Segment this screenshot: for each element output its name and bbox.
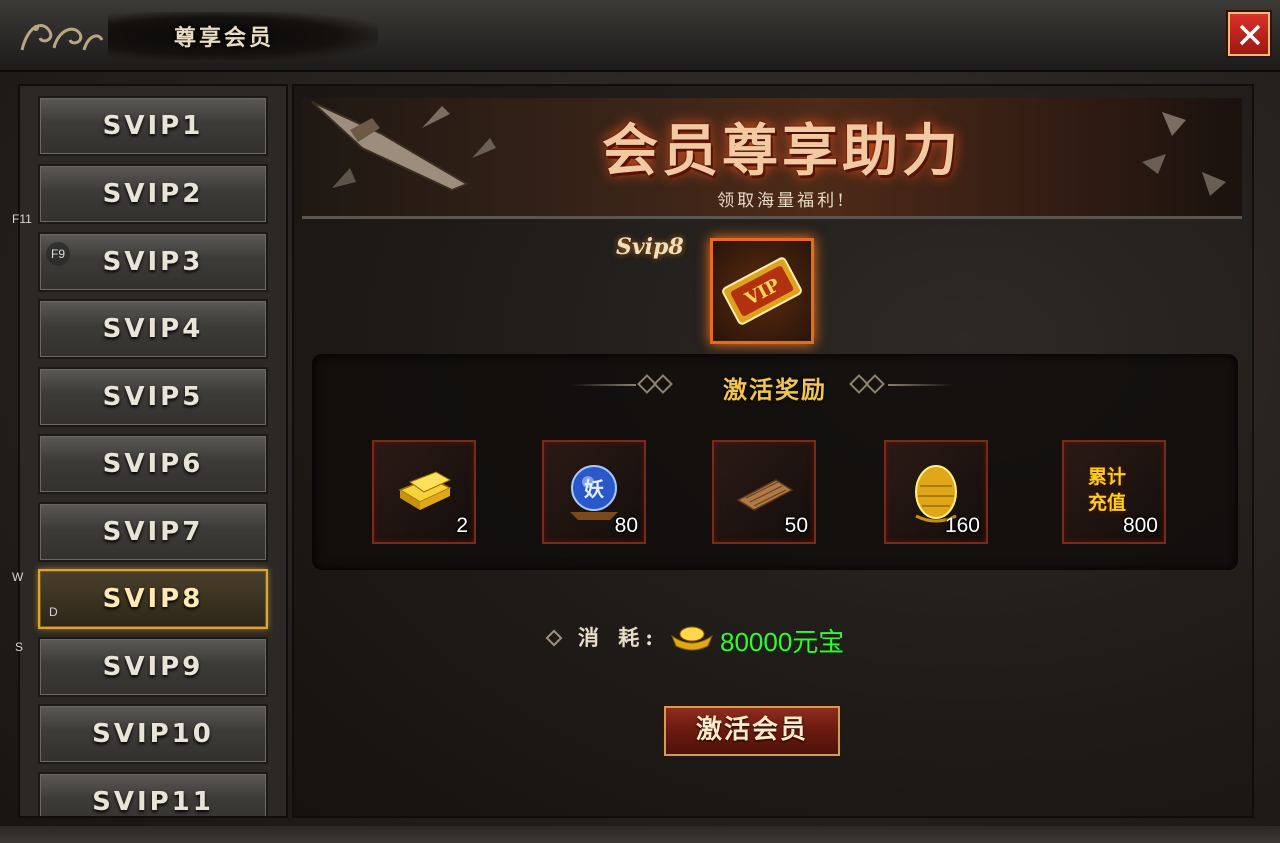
reward-count: 50 xyxy=(784,514,808,537)
svg-text:妖: 妖 xyxy=(584,477,604,501)
sidebar-item-svip10[interactable]: SVIP10 xyxy=(38,704,268,764)
hotkey-f11: F11 xyxy=(12,212,32,226)
banner-title: 会员尊享助力 xyxy=(602,118,962,184)
vip-window: 尊享会员 SVIP1 SVIP2 SVIP3 SVIP4 SVIP5 SVIP6… xyxy=(0,0,1280,843)
dragon-emblem-icon xyxy=(14,10,106,62)
activate-vip-button[interactable]: 激活会员 xyxy=(664,706,840,756)
reward-title: 激活奖励 xyxy=(723,375,827,404)
reward-title-deco-right xyxy=(888,384,952,386)
main-panel: 会员尊享助力 领取海量福利! Svip8 VIP 激活奖励 2 妖 80 50 … xyxy=(292,84,1254,818)
sidebar-item-svip8[interactable]: SVIP8 xyxy=(38,569,268,629)
sidebar-item-svip9[interactable]: SVIP9 xyxy=(38,637,268,697)
reward-slot-recharge[interactable]: 累计充值 800 xyxy=(1062,440,1166,544)
dagger-icon xyxy=(311,101,496,192)
reward-count: 2 xyxy=(456,514,468,537)
vip-ticket-frame: VIP xyxy=(710,238,814,344)
sidebar-item-svip1[interactable]: SVIP1 xyxy=(38,96,268,156)
window-bottom-frame xyxy=(0,826,1280,843)
reward-count: 160 xyxy=(944,514,980,537)
banner: 会员尊享助力 领取海量福利! xyxy=(302,98,1242,219)
sidebar-item-svip6[interactable]: SVIP6 xyxy=(38,434,268,494)
sidebar-item-svip3[interactable]: SVIP3 xyxy=(38,232,268,292)
ingot-icon xyxy=(670,626,714,651)
sidebar-item-svip7[interactable]: SVIP7 xyxy=(38,502,268,562)
current-level-name: Svip8 xyxy=(616,234,684,260)
sidebar-item-svip5[interactable]: SVIP5 xyxy=(38,367,268,427)
hotkey-f9: F9 xyxy=(46,242,70,266)
hotkey-d: D xyxy=(49,605,58,619)
reward-panel: 激活奖励 2 妖 80 50 160 累计充值 800 xyxy=(312,354,1238,570)
hotkey-w: W xyxy=(12,570,24,584)
reward-count: 80 xyxy=(614,514,638,537)
cost-diamond-icon xyxy=(545,629,563,647)
title-bar: 尊享会员 xyxy=(0,0,1280,72)
close-button[interactable] xyxy=(1228,12,1270,56)
sidebar-item-svip4[interactable]: SVIP4 xyxy=(38,299,268,359)
close-icon xyxy=(1239,24,1261,46)
svip-sidebar: SVIP1 SVIP2 SVIP3 SVIP4 SVIP5 SVIP6 SVIP… xyxy=(18,84,288,818)
hotkey-s: S xyxy=(15,640,24,654)
reward-slot-scroll[interactable]: 50 xyxy=(712,440,816,544)
recharge-text-icon: 累计充值 xyxy=(1088,466,1127,514)
cost-value: 80000元宝 xyxy=(720,627,845,657)
reward-slot-demon-orb[interactable]: 妖 80 xyxy=(542,440,646,544)
cost-label: 消 耗: xyxy=(578,625,660,650)
reward-slot-golden-egg[interactable]: 160 xyxy=(884,440,988,544)
banner-subtitle: 领取海量福利! xyxy=(717,191,847,211)
sidebar-item-svip11[interactable]: SVIP11 xyxy=(38,772,268,816)
window-title: 尊享会员 xyxy=(174,25,275,51)
vip-ticket-icon: VIP xyxy=(722,257,802,325)
reward-slot-gold-bars[interactable]: 2 xyxy=(372,440,476,544)
reward-count: 800 xyxy=(1122,514,1158,537)
cost-row: 消 耗: 80000元宝 xyxy=(544,618,1004,658)
sidebar-item-svip2[interactable]: SVIP2 xyxy=(38,164,268,224)
debris-icon xyxy=(1142,112,1226,196)
